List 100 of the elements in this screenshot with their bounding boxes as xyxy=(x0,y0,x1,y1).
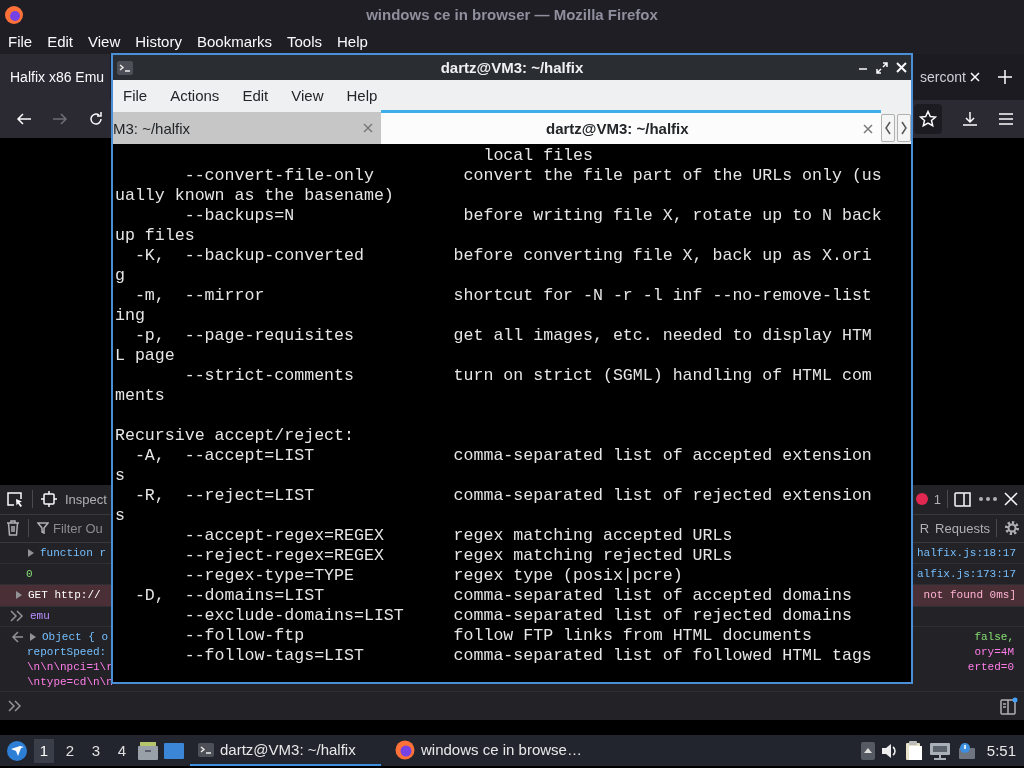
menu-item[interactable]: View xyxy=(283,86,332,104)
console-text: false, xyxy=(974,630,1014,643)
console-text: 0 xyxy=(26,567,33,580)
clipboard-icon[interactable] xyxy=(904,740,923,761)
browser-tab[interactable]: Halfix x86 Emu xyxy=(0,54,110,100)
clock: 5:51 xyxy=(986,742,1016,759)
filter-tab[interactable]: Requests xyxy=(935,521,990,536)
menu-icon[interactable] xyxy=(998,112,1014,126)
terminal-line: up files xyxy=(115,226,196,246)
menu-item[interactable]: Edit xyxy=(234,86,277,104)
settings-icon[interactable] xyxy=(1003,519,1021,538)
scroll-right-icon[interactable] xyxy=(897,114,911,142)
taskbar-task[interactable]: windows ce in browse… xyxy=(387,735,590,766)
terminal-line: --exclude-domains=LIST comma-separated list of rejected domains xyxy=(183,606,853,626)
terminal-line: s xyxy=(115,506,126,526)
expand-icon[interactable] xyxy=(28,549,34,558)
terminal-line: --backups=N before writing file X, rotate up to N back xyxy=(183,206,883,226)
terminal-line: local files xyxy=(482,146,594,166)
terminal-line: --reject-regex=REGEX regex matching rejected URLs xyxy=(183,546,734,566)
terminal-line: s xyxy=(115,466,126,486)
terminal-icon xyxy=(117,60,133,75)
new-tab-icon[interactable] xyxy=(998,70,1012,84)
expand-icon[interactable] xyxy=(30,632,36,641)
browser-tab[interactable]: sercont xyxy=(920,69,966,85)
menu-item[interactable]: Help xyxy=(333,32,372,50)
download-icon[interactable] xyxy=(962,111,978,127)
console-text: erted=0 xyxy=(967,660,1014,673)
terminal-line: -A, --accept=LIST comma-separated list of accepted extension xyxy=(133,446,873,466)
sidebar-icon[interactable] xyxy=(1000,697,1018,716)
console-text: GET http:// xyxy=(28,589,101,602)
devtools-tab[interactable]: Inspect xyxy=(65,491,107,507)
console-text: \n\n\npci=1\r xyxy=(27,660,113,673)
terminal-line: Recursive accept/reject: xyxy=(115,426,355,446)
terminal-line: -D, --domains=LIST comma-separated list of accepted domains xyxy=(133,586,853,606)
menu-item[interactable]: View xyxy=(84,32,125,50)
prompt-icon xyxy=(10,610,24,623)
start-menu-icon[interactable] xyxy=(6,739,28,762)
terminal-line: -R, --reject=LIST comma-separated list of rejected extension xyxy=(133,486,873,506)
responsive-design-icon[interactable] xyxy=(954,491,972,508)
error-count: 1 xyxy=(933,491,941,507)
terminal-line: ually known as the basename) xyxy=(115,186,395,206)
window-icon[interactable] xyxy=(164,742,184,759)
source-link[interactable]: not found 0ms] xyxy=(923,589,1016,602)
menu-item[interactable]: History xyxy=(131,32,186,50)
element-picker-icon[interactable] xyxy=(6,491,24,508)
trash-icon[interactable] xyxy=(6,520,20,537)
menu-item[interactable]: Bookmarks xyxy=(192,32,276,50)
volume-icon[interactable] xyxy=(880,742,899,759)
maximize-icon[interactable] xyxy=(876,61,888,74)
terminal-line: --regex-type=TYPE regex type (posix|pcre) xyxy=(183,566,684,586)
taskbar-task[interactable]: dartz@VM3: ~/halfix xyxy=(190,735,381,766)
terminal-line: L page xyxy=(115,346,176,366)
notification-icon[interactable] xyxy=(956,741,977,760)
back-icon[interactable] xyxy=(16,111,32,127)
window-title: windows ce in browser — Mozilla Firefox xyxy=(366,5,658,23)
console-text: reportSpeed: xyxy=(27,645,107,658)
menu-item[interactable]: Edit xyxy=(43,32,78,50)
filter-icon xyxy=(37,522,49,535)
filter-tab[interactable]: R xyxy=(919,521,930,536)
terminal-line: -p, --page-requisites get all images, etc. needed to display HTM xyxy=(133,326,873,346)
menu-item[interactable]: Actions xyxy=(162,86,228,104)
console-command-text: emu xyxy=(30,610,50,623)
terminal-line: --follow-tags=LIST comma-separated list of followed HTML tags xyxy=(183,646,873,666)
terminal-line: --convert-file-only convert the file part of the URLs only (us xyxy=(183,166,883,186)
terminal-line: --strict-comments turn on strict (SGML) handling of HTML com xyxy=(183,366,873,386)
inspector-icon[interactable] xyxy=(41,491,57,508)
terminal-line: --accept-regex=REGEX regex matching accepted URLs xyxy=(183,526,734,546)
console-text: \ntype=cd\n\n xyxy=(27,675,113,688)
reload-icon[interactable] xyxy=(88,111,104,127)
scroll-left-icon[interactable] xyxy=(881,114,895,142)
menu-item[interactable]: Help xyxy=(338,86,386,104)
workspace-button[interactable]: 1 xyxy=(34,738,54,763)
terminal-tab[interactable]: M3: ~/halfix xyxy=(113,112,381,144)
workspace-button[interactable]: 3 xyxy=(86,738,106,763)
result-icon xyxy=(10,630,24,643)
terminal-line: ments xyxy=(115,386,166,406)
console-text: function r xyxy=(40,547,106,560)
forward-icon[interactable] xyxy=(52,111,68,127)
source-link[interactable]: alfix.js:173:17 xyxy=(916,567,1016,580)
terminal-line: ing xyxy=(115,306,146,326)
workspace-button[interactable]: 4 xyxy=(112,738,132,763)
more-icon[interactable] xyxy=(978,496,998,503)
tray-expand-icon[interactable] xyxy=(860,741,875,760)
expand-icon[interactable] xyxy=(16,591,22,600)
source-link[interactable]: halfix.js:18:17 xyxy=(916,547,1016,560)
network-icon[interactable] xyxy=(928,741,951,760)
file-manager-icon[interactable] xyxy=(138,741,158,760)
prompt-icon xyxy=(8,700,22,713)
menu-item[interactable]: File xyxy=(115,86,156,104)
menu-item[interactable]: Tools xyxy=(283,32,326,50)
console-text: ory=4M xyxy=(974,645,1014,658)
terminal-line: -m, --mirror shortcut for -N -r -l inf --no-remove-list xyxy=(133,286,873,306)
menu-item[interactable]: File xyxy=(4,32,37,50)
terminal-tab[interactable]: dartz@VM3: ~/halfix xyxy=(381,110,881,144)
terminal-line: --follow-ftp follow FTP links from HTML documents xyxy=(183,626,814,646)
filter-field[interactable]: Filter Ou xyxy=(37,521,109,536)
firefox-logo-icon xyxy=(4,5,24,25)
workspace-button[interactable]: 2 xyxy=(60,738,80,763)
window-title: dartz@VM3: ~/halfix xyxy=(440,59,584,76)
browser-logo-icon xyxy=(395,739,415,760)
